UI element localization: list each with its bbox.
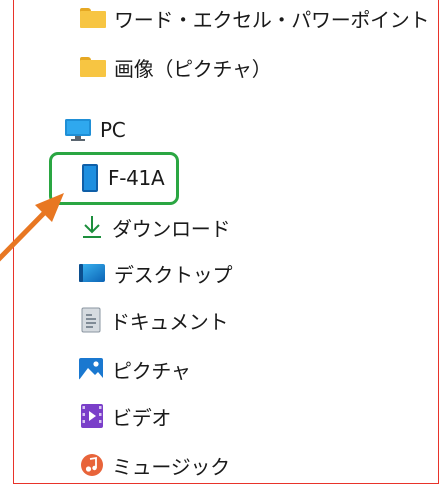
monitor-icon xyxy=(64,118,92,142)
folder-icon xyxy=(80,57,106,77)
video-icon xyxy=(80,403,104,429)
sidebar-item-office-folder[interactable]: ワード・エクセル・パワーポイント xyxy=(80,0,430,38)
sidebar-item-label: ミュージック xyxy=(112,454,230,479)
sidebar-item-videos[interactable]: ビデオ xyxy=(80,396,171,436)
sidebar-item-label: ダウンロード xyxy=(112,216,231,241)
sidebar-item-music[interactable]: ミュージック xyxy=(80,445,230,485)
sidebar-item-pc[interactable]: PC xyxy=(64,110,126,150)
sidebar-item-label: ビデオ xyxy=(112,405,172,430)
picture-icon xyxy=(78,357,104,381)
document-icon xyxy=(80,307,102,333)
sidebar-item-label: ピクチャ xyxy=(112,358,191,383)
download-icon xyxy=(80,214,104,240)
sidebar-item-label: 画像（ピクチャ） xyxy=(114,56,272,81)
sidebar-item-label: PC xyxy=(100,118,126,142)
sidebar-item-label: ワード・エクセル・パワーポイント xyxy=(114,7,430,32)
sidebar-item-label: デスクトップ xyxy=(114,262,233,287)
music-icon xyxy=(80,453,104,477)
desktop-icon xyxy=(78,262,106,284)
folder-icon xyxy=(80,8,106,28)
sidebar-item-label: ドキュメント xyxy=(110,309,229,334)
sidebar-item-downloads[interactable]: ダウンロード xyxy=(80,207,231,247)
f41a-highlight-box xyxy=(49,152,179,205)
sidebar-item-images-folder[interactable]: 画像（ピクチャ） xyxy=(80,47,272,87)
sidebar-item-pictures[interactable]: ピクチャ xyxy=(78,349,191,389)
sidebar-item-documents[interactable]: ドキュメント xyxy=(80,300,229,340)
sidebar-item-desktop[interactable]: デスクトップ xyxy=(78,253,233,293)
